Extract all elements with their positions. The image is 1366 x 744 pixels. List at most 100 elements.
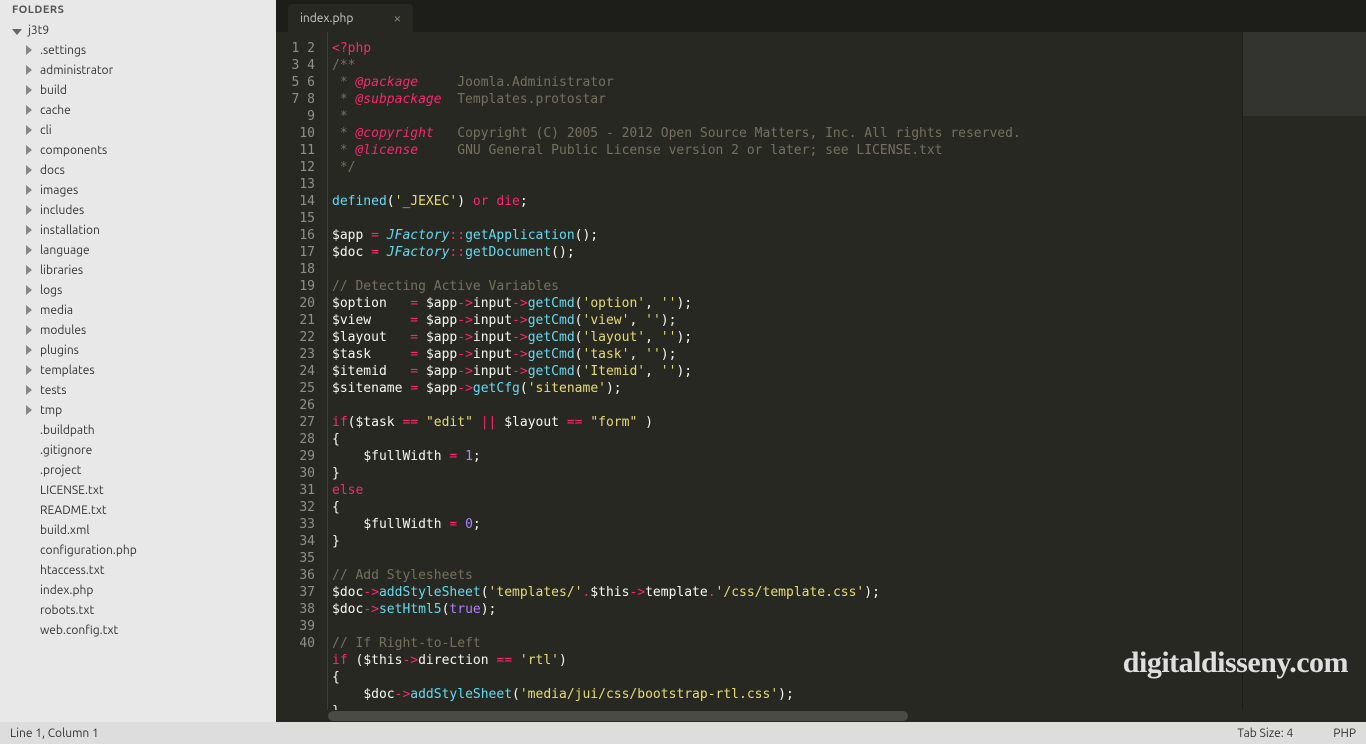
tree-file[interactable]: robots.txt	[0, 600, 276, 620]
minimap[interactable]	[1242, 32, 1366, 710]
tree-label: build.xml	[40, 524, 90, 537]
editor-area: index.php × 1 2 3 4 5 6 7 8 9 10 11 12 1…	[276, 0, 1366, 722]
tree-label: images	[40, 184, 78, 197]
tree-label: cli	[40, 124, 52, 137]
code-editor[interactable]: <?php /** * @package Joomla.Administrato…	[328, 32, 1242, 710]
tree-label: installation	[40, 224, 100, 237]
status-tabsize[interactable]: Tab Size: 4	[1237, 727, 1293, 740]
tree-label: templates	[40, 364, 95, 377]
tree-folder[interactable]: images	[0, 180, 276, 200]
tree-folder[interactable]: media	[0, 300, 276, 320]
chevron-right-icon	[24, 244, 36, 256]
tree-folder[interactable]: installation	[0, 220, 276, 240]
tree-label: media	[40, 304, 73, 317]
tree-folder[interactable]: tests	[0, 380, 276, 400]
chevron-right-icon	[24, 44, 36, 56]
tree-file[interactable]: .gitignore	[0, 440, 276, 460]
tree-folder[interactable]: components	[0, 140, 276, 160]
horizontal-scrollbar[interactable]	[276, 710, 1366, 722]
tree-label: htaccess.txt	[40, 564, 105, 577]
tree-label: .gitignore	[40, 444, 92, 457]
tree-label: .settings	[40, 44, 86, 57]
chevron-right-icon	[24, 224, 36, 236]
tree-folder[interactable]: plugins	[0, 340, 276, 360]
watermark: digitaldisseny.com	[1123, 646, 1348, 680]
chevron-right-icon	[24, 104, 36, 116]
line-gutter: 1 2 3 4 5 6 7 8 9 10 11 12 13 14 15 16 1…	[276, 32, 328, 710]
tree-folder[interactable]: tmp	[0, 400, 276, 420]
chevron-right-icon	[24, 204, 36, 216]
scrollbar-thumb[interactable]	[328, 711, 908, 721]
tree-label: includes	[40, 204, 84, 217]
tree-label: tests	[40, 384, 66, 397]
chevron-right-icon	[24, 164, 36, 176]
chevron-right-icon	[24, 264, 36, 276]
tab-bar: index.php ×	[276, 0, 1366, 32]
tree-label: language	[40, 244, 90, 257]
sidebar-header: FOLDERS	[0, 0, 276, 20]
chevron-right-icon	[24, 324, 36, 336]
chevron-right-icon	[24, 304, 36, 316]
tree-label: administrator	[40, 64, 113, 77]
chevron-right-icon	[24, 124, 36, 136]
tab-label: index.php	[300, 12, 353, 25]
tree-folder[interactable]: modules	[0, 320, 276, 340]
tree-folder[interactable]: cache	[0, 100, 276, 120]
chevron-right-icon	[24, 64, 36, 76]
status-bar: Line 1, Column 1 Tab Size: 4 PHP	[0, 722, 1366, 744]
tab-index-php[interactable]: index.php ×	[288, 4, 413, 32]
tree-label: configuration.php	[40, 544, 137, 557]
tree-file[interactable]: web.config.txt	[0, 620, 276, 640]
tree-root[interactable]: j3t9	[0, 20, 276, 40]
tree-folder[interactable]: language	[0, 240, 276, 260]
tree-file[interactable]: build.xml	[0, 520, 276, 540]
chevron-right-icon	[24, 384, 36, 396]
tree-file[interactable]: configuration.php	[0, 540, 276, 560]
tree-label: plugins	[40, 344, 79, 357]
chevron-right-icon	[24, 284, 36, 296]
tree-label: components	[40, 144, 107, 157]
tree-label: logs	[40, 284, 62, 297]
tree-folder[interactable]: build	[0, 80, 276, 100]
tree-folder[interactable]: administrator	[0, 60, 276, 80]
tree-file[interactable]: README.txt	[0, 500, 276, 520]
tree-file[interactable]: .project	[0, 460, 276, 480]
tree-file[interactable]: htaccess.txt	[0, 560, 276, 580]
chevron-right-icon	[24, 364, 36, 376]
tree-folder[interactable]: logs	[0, 280, 276, 300]
tree-label: docs	[40, 164, 65, 177]
tree-label: tmp	[40, 404, 62, 417]
tree-folder[interactable]: .settings	[0, 40, 276, 60]
tree-label: web.config.txt	[40, 624, 118, 637]
chevron-right-icon	[24, 184, 36, 196]
status-cursor[interactable]: Line 1, Column 1	[10, 727, 99, 740]
chevron-right-icon	[24, 84, 36, 96]
chevron-right-icon	[24, 144, 36, 156]
tree-folder[interactable]: docs	[0, 160, 276, 180]
chevron-right-icon	[24, 404, 36, 416]
tree-label: .buildpath	[40, 424, 95, 437]
tree-label: robots.txt	[40, 604, 94, 617]
chevron-right-icon	[24, 344, 36, 356]
tree-label: cache	[40, 104, 71, 117]
folder-sidebar[interactable]: FOLDERS j3t9 .settings administrator build…	[0, 0, 276, 722]
tree-label: modules	[40, 324, 86, 337]
tree-label: j3t9	[28, 24, 49, 37]
tree-file[interactable]: .buildpath	[0, 420, 276, 440]
tree-folder[interactable]: libraries	[0, 260, 276, 280]
minimap-viewport[interactable]	[1243, 32, 1366, 116]
tree-label: LICENSE.txt	[40, 484, 104, 497]
tree-label: README.txt	[40, 504, 107, 517]
status-language[interactable]: PHP	[1333, 727, 1356, 740]
close-icon[interactable]: ×	[393, 10, 401, 26]
tree-label: build	[40, 84, 67, 97]
tree-folder[interactable]: includes	[0, 200, 276, 220]
tree-label: .project	[40, 464, 81, 477]
tree-file[interactable]: LICENSE.txt	[0, 480, 276, 500]
chevron-down-icon	[12, 24, 24, 36]
tree-folder[interactable]: cli	[0, 120, 276, 140]
tree-label: index.php	[40, 584, 93, 597]
tree-label: libraries	[40, 264, 83, 277]
tree-folder[interactable]: templates	[0, 360, 276, 380]
tree-file[interactable]: index.php	[0, 580, 276, 600]
